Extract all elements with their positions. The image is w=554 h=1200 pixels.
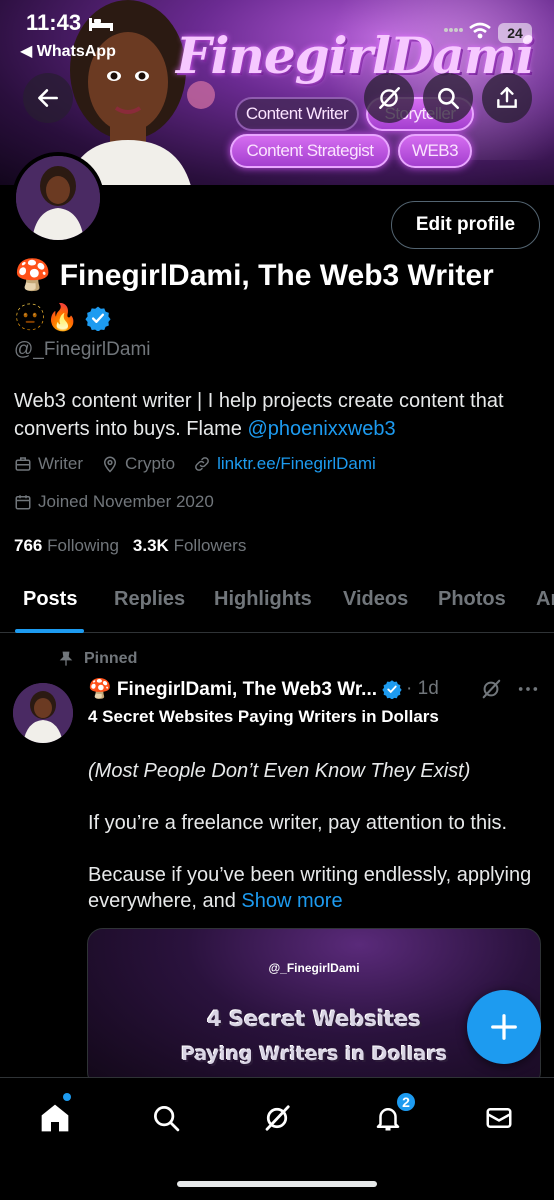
show-more-link[interactable]: Show more [241,890,342,912]
profile-location: Crypto [101,454,175,474]
grok-icon [265,1105,290,1131]
banner-pill-web3: WEB3 [398,134,472,168]
joined-label: Joined November 2020 [38,492,214,511]
pin-icon [59,651,73,666]
profile-category: Writer [14,454,83,474]
post-title: 4 Secret Websites Paying Writers in Doll… [88,707,439,726]
profile-joined: Joined November 2020 [14,492,214,512]
status-bar: 11:43 ◀ WhatsApp 24 [0,0,554,60]
nav-grok[interactable] [257,1098,297,1138]
display-name-continued: 🫥🔥 [14,302,111,333]
location-pin-icon [104,456,117,473]
location-label: Crypto [125,454,176,473]
search-button[interactable] [423,73,473,123]
compose-post-button[interactable] [467,990,541,1064]
following-label: Following [47,536,119,555]
banner-pill-content-strategist: Content Strategist [230,134,390,168]
post-line-2: If you’re a freelance writer, pay attent… [88,812,508,834]
post-header: 🍄 FinegirlDami, The Web3 Wr... · 1d [88,677,540,701]
banner-pill-content-writer: Content Writer [235,97,359,131]
avatar-illustration [16,156,100,240]
display-name-text: FinegirlDami, The Web3 Writer [59,259,494,292]
share-button[interactable] [482,73,532,123]
grok-button[interactable] [364,73,414,123]
verified-badge-icon [382,680,402,699]
profile-avatar[interactable] [12,152,104,244]
arrow-left-icon [38,89,58,107]
active-tab-indicator [15,629,84,633]
pinned-label: Pinned [84,650,138,667]
post-author-name[interactable]: 🍄 FinegirlDami, The Web3 Wr... [88,677,377,701]
status-time: 11:43 [26,10,82,35]
tab-posts[interactable]: Posts [23,588,77,611]
post-date[interactable]: · 1d [406,678,439,700]
home-unread-dot [63,1093,71,1101]
battery-indicator: 24 [498,23,532,43]
back-to-whatsapp-link[interactable]: ◀ WhatsApp [20,41,116,61]
profile-tabs: Posts Replies Highlights Videos Photos A… [0,570,554,633]
tab-highlights[interactable]: Highlights [214,588,312,611]
mail-icon [486,1108,512,1128]
followers-link[interactable]: 3.3K Followers [133,536,246,556]
notifications-badge: 2 [395,1091,417,1113]
post-body[interactable]: (Most People Don’t Even Know They Exist)… [88,758,544,940]
nav-search[interactable] [146,1098,186,1138]
nav-messages[interactable] [479,1098,519,1138]
tab-articles[interactable]: Ar [536,588,554,611]
post-line-1: (Most People Don’t Even Know They Exist) [88,760,471,782]
profile-website[interactable]: linktr.ee/FinegirlDami [193,454,376,474]
tab-replies[interactable]: Replies [114,588,185,611]
follow-stats: 766 Following 3.3K Followers [14,536,246,556]
edit-profile-button[interactable]: Edit profile [391,201,540,249]
followers-count: 3.3K [132,536,169,555]
card-handle: @_FinegirlDami [268,961,360,975]
name-emoji-mushroom: 🍄 [14,259,52,292]
plus-icon [491,1014,517,1040]
display-name: 🍄 FinegirlDami, The Web3 Writer [14,258,494,293]
post-author-avatar[interactable] [13,683,73,743]
following-count: 766 [14,536,43,555]
profile-handle: @_FinegirlDami [14,339,151,360]
grok-icon [379,87,400,109]
search-icon [438,88,460,110]
profile-bio: Web3 content writer | I help projects cr… [14,387,534,443]
share-icon [497,87,517,108]
briefcase-icon [15,457,31,471]
bio-mention-link[interactable]: @phoenixxweb3 [247,418,395,440]
tab-videos[interactable]: Videos [343,588,408,611]
more-options-icon[interactable] [516,678,540,700]
sleep-bed-icon [89,18,113,31]
pinned-indicator: Pinned [58,650,137,668]
website-link[interactable]: linktr.ee/FinegirlDami [217,454,376,474]
link-icon [195,457,210,471]
verified-badge-icon[interactable] [85,305,111,331]
avatar-illustration [13,683,73,743]
name-emoji-tail: 🫥🔥 [14,302,79,332]
profile-meta: Writer Crypto linktr.ee/FinegirlDami [14,454,390,474]
cellular-signal-icon [444,28,463,32]
wifi-icon [469,22,491,39]
nav-home[interactable] [35,1098,75,1138]
back-button[interactable] [23,73,73,123]
home-icon [41,1104,69,1132]
calendar-icon [15,495,31,510]
category-label: Writer [38,454,84,473]
search-icon [154,1106,180,1132]
grok-icon[interactable] [480,678,502,700]
home-indicator [177,1181,377,1187]
followers-label: Followers [173,536,247,555]
following-link[interactable]: 766 Following [14,536,119,556]
tab-photos[interactable]: Photos [438,588,506,611]
